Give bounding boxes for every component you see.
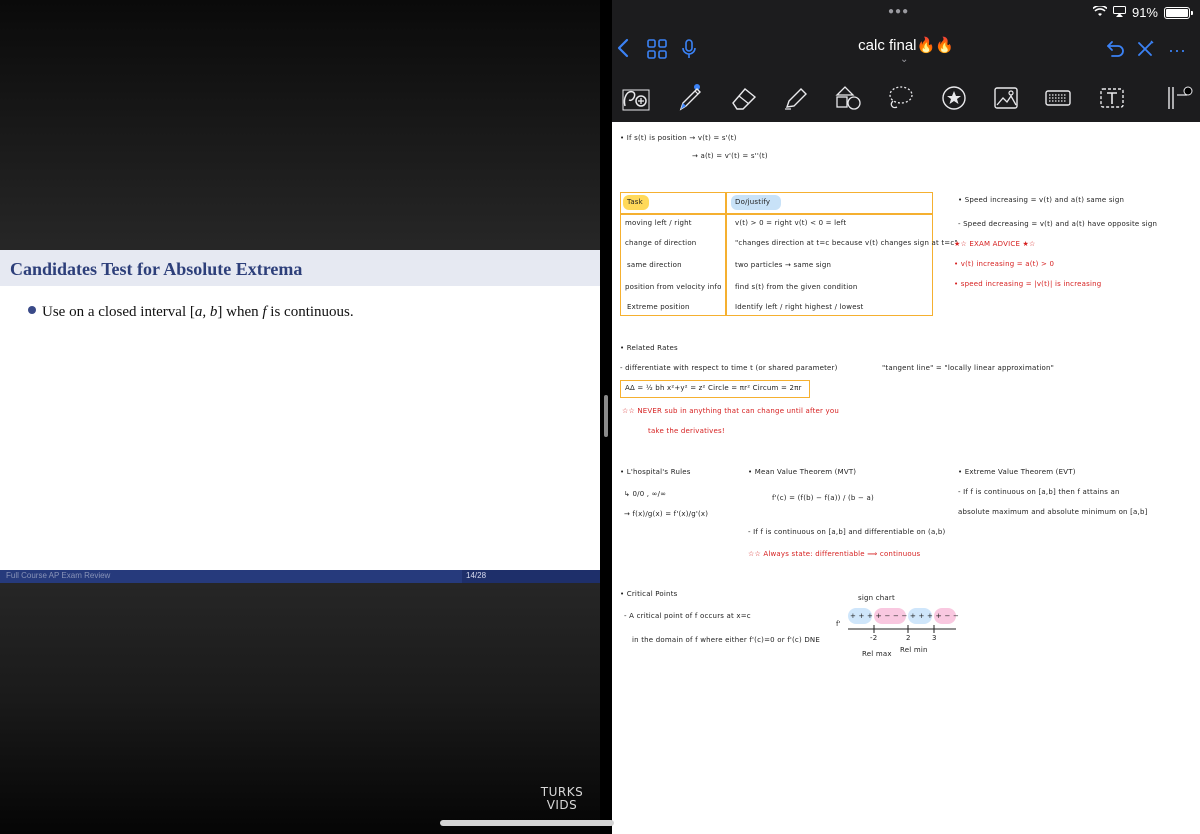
sign-chart-minus-2: − − − [936,612,960,620]
chevron-down-icon[interactable]: ⌄ [900,54,908,65]
note-canvas[interactable]: • If s(t) is position → v(t) = s'(t) → a… [612,122,1200,834]
notes-app-pane: ●●● 91% calc final🔥🔥 ⌄ ··· • If s(t) is … [612,0,1200,834]
note-critical-line2: in the domain of f where either f'(c)=0 … [632,636,820,644]
multitasking-dots-icon[interactable]: ●●● [888,6,909,17]
sign-chart-rel-max: Rel max [862,650,892,658]
footer-course-name: Full Course AP Exam Review [6,571,111,580]
slide-footer-course-bar: Full Course AP Exam Review [0,570,462,583]
note-position-line2: → a(t) = v'(t) = s''(t) [692,152,768,160]
table-row-dol: Identify left / right highest / lowest [735,303,864,311]
split-view-divider[interactable] [600,0,612,834]
note-differentiate: - differentiate with respect to time t (… [620,364,838,372]
note-critical-points: • Critical Points [620,590,678,598]
note-speed-increasing-abs: • speed increasing = |v(t)| is increasin… [954,280,1102,288]
bullet-text-suffix: is continuous. [266,304,354,320]
note-exam-advice: ★☆ EXAM ADVICE ★☆ [954,240,1036,248]
sign-chart-fprime: f' [836,620,841,628]
more-tools-icon[interactable] [1162,82,1194,114]
table-row-task: same direction [627,261,682,269]
table-row-dol: v(t) > 0 = right v(t) < 0 = left [735,219,847,227]
table-row-task: position from velocity info [625,283,722,291]
table-header-dol: Do/justify [735,198,771,206]
footer-page-number: 14/28 [466,571,487,580]
slide: Candidates Test for Absolute Extrema Use… [0,250,600,583]
table-header-task: Task [627,198,643,206]
lasso-search-icon[interactable] [620,82,652,114]
highlighter-icon[interactable] [780,82,812,114]
screen-mirror-icon [1112,5,1126,20]
bullet-text-mid: ] when [217,304,263,320]
image-icon[interactable] [990,82,1022,114]
eraser-icon[interactable] [728,82,760,114]
keyboard-icon[interactable] [1042,82,1074,114]
note-evt-line2: absolute maximum and absolute minimum on… [958,508,1148,516]
sign-chart-label: sign chart [858,594,895,602]
battery-percent: 91% [1131,5,1158,20]
watermark: TURKS VIDS [540,786,584,812]
note-tangent-line: "tangent line" = "locally linear approxi… [882,364,1055,372]
shapes-icon[interactable] [832,82,864,114]
note-critical-line1: - A critical point of f occurs at x=c [624,612,751,620]
note-velocity-increasing: • v(t) increasing = a(t) > 0 [954,260,1055,268]
note-speed-increasing: • Speed increasing = v(t) and a(t) same … [958,196,1125,204]
presentation-pane: Candidates Test for Absolute Extrema Use… [0,0,600,834]
pen-icon[interactable] [674,82,706,114]
sign-chart-tick: 2 [906,634,911,642]
sign-chart-tick: 3 [932,634,937,642]
note-lhospital-forms: ↳ 0/0 , ∞/∞ [624,490,667,498]
app-header: ●●● 91% calc final🔥🔥 ⌄ ··· [612,0,1200,122]
slide-footer: Full Course AP Exam Review 14/28 [0,570,600,583]
note-related-rates: • Related Rates [620,344,678,352]
table-row-dol: "changes direction at t=c because v(t) c… [735,239,958,247]
sign-chart-tick: -2 [870,634,878,642]
table-row-task: moving left / right [625,219,692,227]
note-mvt-state: ☆☆ Always state: differentiable ⟹ contin… [748,550,921,558]
note-lhospital: • L'hospital's Rules [620,468,691,476]
slide-title-bar: Candidates Test for Absolute Extrema [0,250,600,286]
undo-icon[interactable] [1104,38,1126,65]
bullet-text-prefix: Use on a closed interval [ [42,304,195,320]
task-table: Task Do/justify moving left / right v(t)… [620,192,958,316]
formula-text: AΔ = ½ bh x²+y² = z² Circle = πr² Circum… [625,384,802,392]
note-position-line1: • If s(t) is position → v(t) = s'(t) [620,134,737,142]
sign-chart-rel-min: Rel min [900,646,928,654]
sign-chart-axis [848,625,956,633]
battery-icon [1164,6,1193,19]
note-speed-decreasing: - Speed decreasing = v(t) and a(t) have … [958,220,1158,228]
formula-box: AΔ = ½ bh x²+y² = z² Circle = πr² Circum… [620,380,810,398]
table-row-task: change of direction [625,239,697,247]
table-row-dol: two particles → same sign [735,261,832,269]
note-take-derivatives: take the derivatives! [648,427,725,435]
table-row-task: Extreme position [627,303,690,311]
note-mvt-condition: - If f is continuous on [a,b] and differ… [748,528,946,536]
note-lhospital-ratio: → f(x)/g(x) = f'(x)/g'(x) [624,510,709,518]
lasso-icon[interactable] [884,82,916,114]
wifi-icon [1092,4,1108,20]
more-icon[interactable]: ··· [1168,38,1186,62]
slide-bullet-text: Use on a closed interval [a, b] when f i… [42,304,354,321]
bullet-icon [28,306,36,314]
bullet-text-interval: a, b [194,304,218,320]
close-icon[interactable] [1134,38,1156,65]
table-row-dol: find s(t) from the given condition [735,283,858,291]
textbox-icon[interactable] [1096,82,1128,114]
note-evt: • Extreme Value Theorem (EVT) [958,468,1076,476]
note-mvt-formula: f'(c) = (f(b) − f(a)) / (b − a) [772,494,874,502]
sticker-icon[interactable] [938,82,970,114]
note-mvt: • Mean Value Theorem (MVT) [748,468,857,476]
slide-title: Candidates Test for Absolute Extrema [10,259,303,279]
split-view-handle[interactable] [604,395,608,437]
note-never-sub: ☆☆ NEVER sub in anything that can change… [622,407,839,415]
note-evt-line1: - If f is continuous on [a,b] then f att… [958,488,1120,496]
watermark-line2: VIDS [546,798,578,812]
status-bar: 91% [1092,4,1193,20]
home-indicator[interactable] [440,820,614,826]
